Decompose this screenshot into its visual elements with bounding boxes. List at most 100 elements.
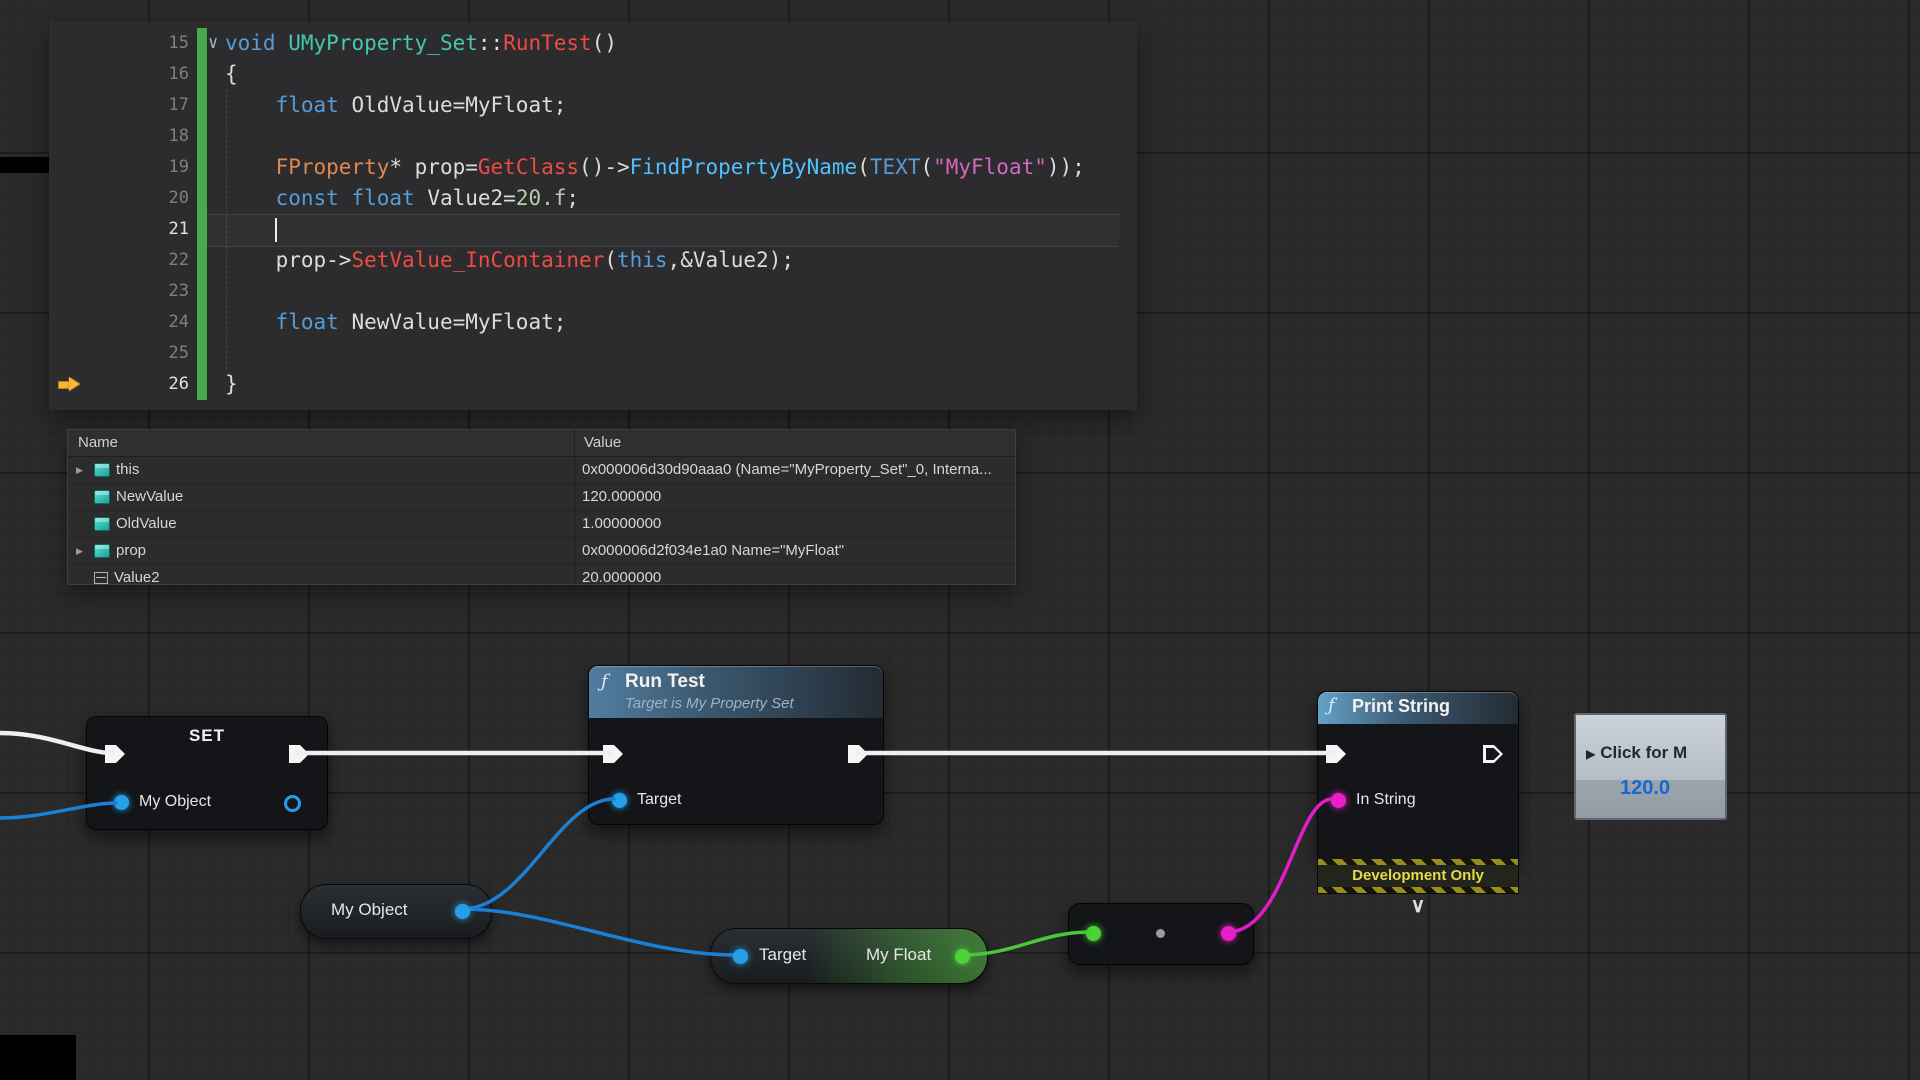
print-string-body[interactable]: ƒ Print String In String bbox=[1317, 691, 1519, 859]
wire-myobject-to-getfloat-target[interactable] bbox=[462, 909, 736, 955]
in-string-input-pin[interactable] bbox=[1331, 793, 1346, 808]
breakpoint-gutter[interactable] bbox=[49, 245, 93, 276]
line-number[interactable]: 22 bbox=[93, 245, 189, 276]
watch-row[interactable]: ▶NewValue120.000000 bbox=[68, 484, 1015, 511]
code-token: OldValue=MyFloat; bbox=[339, 93, 567, 117]
watch-column-divider[interactable] bbox=[574, 430, 575, 584]
code-line: 24 float NewValue=MyFloat; bbox=[49, 307, 1137, 338]
set-node[interactable]: SET My Object bbox=[86, 716, 328, 830]
line-number[interactable]: 21 bbox=[93, 214, 189, 245]
code-text[interactable] bbox=[207, 121, 225, 152]
expander-icon[interactable]: ▶ bbox=[76, 538, 88, 564]
code-text[interactable]: void UMyProperty_Set::RunTest() bbox=[207, 28, 617, 59]
code-token: { bbox=[225, 62, 238, 86]
breakpoint-gutter[interactable] bbox=[49, 338, 93, 369]
breakpoint-gutter[interactable] bbox=[49, 121, 93, 152]
watch-rows[interactable]: ▶this0x000006d30d90aaa0 (Name="MyPropert… bbox=[68, 457, 1015, 592]
code-text[interactable]: float NewValue=MyFloat; bbox=[207, 307, 566, 338]
code-text[interactable]: } bbox=[207, 369, 238, 400]
variable-object-icon bbox=[94, 517, 110, 531]
exec-out-pin[interactable] bbox=[1483, 745, 1503, 763]
line-number[interactable]: 16 bbox=[93, 59, 189, 90]
watch-row[interactable]: ▶this0x000006d30d90aaa0 (Name="MyPropert… bbox=[68, 457, 1015, 484]
changed-lines-bar bbox=[197, 90, 207, 121]
exec-out-pin[interactable] bbox=[848, 745, 868, 763]
expander-icon[interactable]: ▶ bbox=[76, 457, 88, 483]
line-number[interactable]: 18 bbox=[93, 121, 189, 152]
code-line: 22 prop->SetValue_InContainer(this,&Valu… bbox=[49, 245, 1137, 276]
debug-value-bubble[interactable]: ▶Click for M 120.0 bbox=[1574, 713, 1727, 820]
breakpoint-gutter[interactable] bbox=[49, 90, 93, 121]
target-input-pin[interactable] bbox=[612, 793, 627, 808]
breakpoint-gutter[interactable] bbox=[49, 276, 93, 307]
breakpoint-gutter[interactable] bbox=[49, 183, 93, 214]
object-input-pin[interactable] bbox=[114, 795, 129, 810]
code-token: float bbox=[276, 93, 339, 117]
code-token: GetClass bbox=[478, 155, 579, 179]
breakpoint-gutter[interactable] bbox=[49, 28, 93, 59]
watch-column-name[interactable]: Name bbox=[68, 430, 574, 456]
code-text[interactable]: float OldValue=MyFloat; bbox=[207, 90, 566, 121]
code-line: 17 float OldValue=MyFloat; bbox=[49, 90, 1137, 121]
variable-object-icon bbox=[94, 463, 110, 477]
object-output-pin[interactable] bbox=[455, 904, 470, 919]
run-test-node[interactable]: ƒ Run Test Target is My Property Set Tar… bbox=[588, 665, 884, 825]
breakpoint-gutter[interactable] bbox=[49, 369, 93, 400]
code-text[interactable]: const float Value2=20.f; bbox=[207, 183, 579, 214]
string-output-pin[interactable] bbox=[1221, 926, 1236, 941]
watch-row[interactable]: ▶prop0x000006d2f034e1a0 Name="MyFloat" bbox=[68, 538, 1015, 565]
target-input-pin[interactable] bbox=[733, 949, 748, 964]
code-text[interactable] bbox=[207, 276, 225, 307]
line-number[interactable]: 17 bbox=[93, 90, 189, 121]
float-output-pin[interactable] bbox=[955, 949, 970, 964]
line-number[interactable]: 23 bbox=[93, 276, 189, 307]
code-line: 25 bbox=[49, 338, 1137, 369]
print-string-node[interactable]: ƒ Print String In String Development Onl… bbox=[1317, 691, 1519, 915]
line-number[interactable]: 24 bbox=[93, 307, 189, 338]
code-text[interactable]: prop->SetValue_InContainer(this,&Value2)… bbox=[207, 245, 794, 276]
code-editor-panel[interactable]: ∨ 15void UMyProperty_Set::RunTest()16{17… bbox=[49, 22, 1137, 410]
object-output-pin[interactable] bbox=[284, 795, 301, 812]
breakpoint-gutter[interactable] bbox=[49, 152, 93, 183]
bubble-caption[interactable]: ▶Click for M bbox=[1586, 743, 1723, 763]
float-to-string-conversion-node[interactable] bbox=[1068, 903, 1254, 965]
code-text[interactable] bbox=[207, 338, 225, 369]
changed-lines-bar bbox=[197, 183, 207, 214]
breakpoint-gutter[interactable] bbox=[49, 307, 93, 338]
code-token: 20.f bbox=[516, 186, 567, 210]
exec-out-pin[interactable] bbox=[289, 745, 309, 763]
code-text[interactable] bbox=[207, 214, 277, 245]
code-lines[interactable]: 15 void UMyProperty_Set::RunTest()16 {17 f… bbox=[49, 28, 1137, 400]
line-number[interactable]: 15 bbox=[93, 28, 189, 59]
code-text[interactable]: { bbox=[207, 59, 238, 90]
code-token bbox=[225, 155, 276, 179]
watch-row[interactable]: ▶OldValue1.00000000 bbox=[68, 511, 1015, 538]
function-node-header[interactable]: ƒ Print String bbox=[1318, 692, 1518, 724]
watch-panel[interactable]: Name Value ▶this0x000006d30d90aaa0 (Name… bbox=[67, 429, 1016, 585]
function-node-header[interactable]: ƒ Run Test Target is My Property Set bbox=[589, 666, 883, 718]
watch-row[interactable]: ▶Value220.0000000 bbox=[68, 565, 1015, 592]
get-my-float-node[interactable]: Target My Float bbox=[710, 928, 988, 984]
float-input-pin[interactable] bbox=[1086, 926, 1101, 941]
my-object-getter-node[interactable]: My Object bbox=[300, 884, 492, 939]
changed-lines-bar bbox=[197, 307, 207, 338]
watch-column-value[interactable]: Value bbox=[574, 430, 1015, 456]
exec-in-pin[interactable] bbox=[1326, 745, 1346, 763]
code-text[interactable]: FProperty* prop=GetClass()->FindProperty… bbox=[207, 152, 1085, 183]
code-token: FProperty bbox=[276, 155, 390, 179]
exec-in-pin[interactable] bbox=[105, 745, 125, 763]
line-number[interactable]: 25 bbox=[93, 338, 189, 369]
exec-in-pin[interactable] bbox=[603, 745, 623, 763]
code-line: 15 void UMyProperty_Set::RunTest() bbox=[49, 28, 1137, 59]
code-line: 20 const float Value2=20.f; bbox=[49, 183, 1137, 214]
blueprint-canvas[interactable]: SET My Object ƒ Run Test Target is My Pr… bbox=[0, 0, 1920, 1080]
watch-header-row: Name Value bbox=[68, 430, 1015, 457]
breakpoint-gutter[interactable] bbox=[49, 59, 93, 90]
changed-lines-bar bbox=[197, 121, 207, 152]
code-token: const bbox=[276, 186, 339, 210]
line-number[interactable]: 20 bbox=[93, 183, 189, 214]
line-number[interactable]: 19 bbox=[93, 152, 189, 183]
line-number[interactable]: 26 bbox=[93, 369, 189, 400]
chevron-down-icon[interactable]: ∨ bbox=[1317, 897, 1519, 915]
breakpoint-gutter[interactable] bbox=[49, 214, 93, 245]
